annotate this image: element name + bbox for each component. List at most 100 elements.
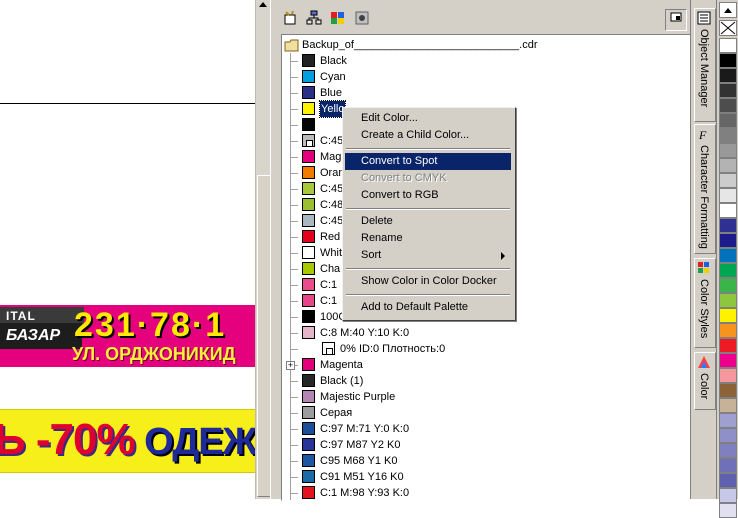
tree-connector — [290, 157, 298, 158]
color-swatch — [302, 118, 315, 131]
menu-separator — [346, 148, 510, 150]
color-icon — [698, 356, 710, 368]
submenu-arrow-icon — [501, 252, 505, 260]
tree-view-button[interactable] — [303, 9, 325, 31]
palette-swatch[interactable] — [719, 203, 737, 218]
palette-swatch[interactable] — [719, 323, 737, 338]
palette-swatch[interactable] — [719, 218, 737, 233]
tree-guide-line — [290, 53, 291, 500]
palette-swatch[interactable] — [719, 158, 737, 173]
palette-view-icon — [331, 12, 344, 24]
no-color-x-icon — [720, 21, 736, 35]
color-palette — [716, 0, 738, 518]
options-button[interactable] — [351, 9, 373, 31]
palette-swatch[interactable] — [719, 488, 737, 503]
palette-swatch[interactable] — [719, 353, 737, 368]
palette-swatch[interactable] — [719, 38, 737, 53]
color-style-label: C:97 M:71 Y:0 K:0 — [320, 423, 410, 435]
tree-connector — [290, 349, 298, 350]
color-swatch — [302, 390, 315, 403]
palette-swatch[interactable] — [719, 53, 737, 68]
character-formatting-icon: F — [698, 128, 707, 141]
folder-icon — [284, 39, 299, 52]
scroll-up-arrow-icon[interactable] — [259, 2, 267, 7]
menu-item-convert-to-rgb[interactable]: Convert to RGB — [345, 187, 511, 204]
palette-scroll-up-button[interactable] — [719, 2, 737, 18]
palette-swatch[interactable] — [719, 458, 737, 473]
palette-swatch[interactable] — [719, 278, 737, 293]
tree-connector — [290, 333, 298, 334]
palette-swatch[interactable] — [719, 413, 737, 428]
palette-swatch[interactable] — [719, 143, 737, 158]
color-swatch — [302, 326, 315, 339]
color-swatch — [302, 262, 315, 275]
palette-swatch[interactable] — [719, 293, 737, 308]
menu-item-create-child-color[interactable]: Create a Child Color... — [345, 127, 511, 144]
banner-phone-ad[interactable]: ITAL БАЗАР 231·78·1 УЛ. ОРДЖОНИКИД — [0, 305, 255, 367]
palette-swatch[interactable] — [719, 128, 737, 143]
tree-connector — [290, 125, 298, 126]
menu-item-sort-label: Sort — [361, 249, 382, 261]
tab-color[interactable]: Color — [694, 352, 716, 410]
menu-item-delete[interactable]: Delete — [345, 213, 511, 230]
arrow-up-icon — [724, 8, 732, 13]
palette-swatch[interactable] — [719, 98, 737, 113]
palette-swatch[interactable] — [719, 113, 737, 128]
menu-item-edit-color[interactable]: Edit Color... — [345, 110, 511, 127]
palette-swatch[interactable] — [719, 188, 737, 203]
banner-discount-ad[interactable]: Ь -70% ОДЕЖ — [0, 409, 255, 473]
color-style-label: Blue — [320, 87, 343, 99]
palette-swatch[interactable] — [719, 233, 737, 248]
tree-connector — [290, 285, 298, 286]
spot-marker-icon — [326, 348, 333, 355]
color-style-label: Majestic Purple — [320, 391, 396, 403]
banner-address: УЛ. ОРДЖОНИКИД — [72, 344, 236, 364]
palette-swatch[interactable] — [719, 173, 737, 188]
new-color-style-button[interactable] — [279, 9, 301, 31]
object-manager-icon — [697, 11, 711, 25]
color-style-label: C:45 — [320, 215, 344, 227]
palette-swatch[interactable] — [719, 263, 737, 278]
menu-item-convert-to-spot[interactable]: Convert to Spot — [345, 153, 511, 170]
palette-swatch[interactable] — [719, 473, 737, 488]
palette-swatch[interactable] — [719, 398, 737, 413]
palette-swatch[interactable] — [719, 308, 737, 323]
palette-swatch[interactable] — [719, 503, 737, 518]
color-style-label: Black (1) — [320, 375, 364, 387]
color-style-label: C:1 — [320, 295, 338, 307]
canvas-vertical-scrollbar[interactable] — [255, 0, 271, 499]
color-swatch — [322, 342, 335, 355]
color-swatch — [302, 134, 315, 147]
palette-swatch[interactable] — [719, 338, 737, 353]
palette-swatch[interactable] — [719, 428, 737, 443]
palette-swatch[interactable] — [719, 443, 737, 458]
color-style-label: C:45 — [320, 183, 344, 195]
palette-swatch[interactable] — [719, 68, 737, 83]
tree-connector — [290, 381, 298, 382]
color-style-label: Серая — [320, 407, 353, 419]
tab-color-styles[interactable]: Color Styles — [694, 258, 716, 348]
docker-options-button[interactable] — [665, 9, 687, 31]
menu-separator — [346, 268, 510, 270]
palette-swatch[interactable] — [719, 248, 737, 263]
tab-character-formatting[interactable]: F Character Formatting — [694, 124, 716, 254]
tree-connector — [290, 109, 298, 110]
drawing-canvas[interactable]: ITAL БАЗАР 231·78·1 УЛ. ОРДЖОНИКИД Ь -70… — [0, 0, 255, 499]
menu-item-rename[interactable]: Rename — [345, 230, 511, 247]
menu-item-sort[interactable]: Sort — [345, 247, 511, 264]
scrollbar-thumb[interactable] — [257, 175, 271, 497]
menu-item-add-to-default-palette[interactable]: Add to Default Palette — [345, 299, 511, 316]
tree-connector — [290, 445, 298, 446]
expand-icon[interactable]: + — [286, 361, 295, 370]
palette-swatch[interactable] — [719, 368, 737, 383]
banner-discount-text: Ь -70% ОДЕЖ — [0, 412, 255, 470]
menu-item-show-color-in-docker[interactable]: Show Color in Color Docker — [345, 273, 511, 290]
color-swatch — [302, 486, 315, 499]
no-color-swatch[interactable] — [719, 20, 737, 36]
palette-view-button[interactable] — [327, 9, 349, 31]
tab-object-manager[interactable]: Object Manager — [694, 8, 716, 122]
color-swatch — [302, 166, 315, 179]
palette-swatch[interactable] — [719, 83, 737, 98]
palette-swatch[interactable] — [719, 383, 737, 398]
tree-connector — [290, 269, 298, 270]
